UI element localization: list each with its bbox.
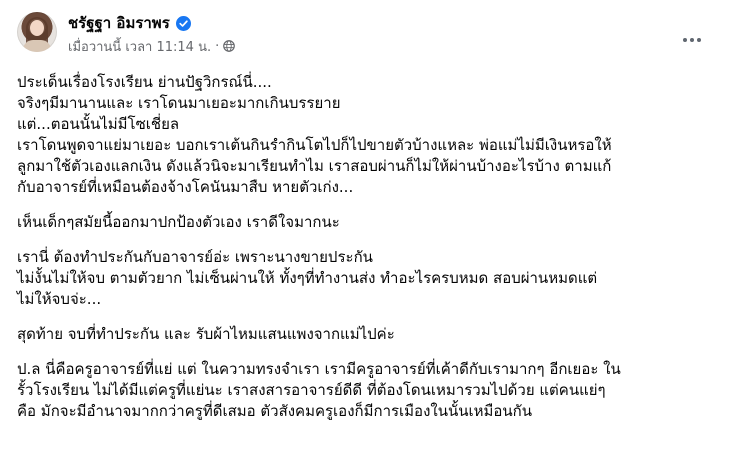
post-text-line: ป.ล นี่คือครูอาจารย์ที่แย่ แต่ ในความทรง… <box>17 360 621 378</box>
post-text-line: ประเด็นเรื่องโรงเรียน ย่านปัฐวิกรณ์นี่..… <box>17 73 272 91</box>
post-text-line: เห็นเด็กๆสมัยนี้ออกมาปกป้องตัวเอง เราดีใ… <box>17 213 340 231</box>
globe-icon[interactable] <box>223 40 236 52</box>
post-text-line: เราโดนพูดจาแย่มาเยอะ บอกเราเต้นกินรำกินโ… <box>17 136 612 154</box>
avatar-face <box>30 20 44 36</box>
post-text-line: คือ มักจะมีอำนาจมากกว่าครูที่ดีเสมอ ตัวส… <box>17 402 532 420</box>
post-paragraph: เรานี่ ต้องทำประกันกับอาจารย์อ่ะ เพราะนา… <box>17 247 723 310</box>
post-meta: เมื่อวานนี้ เวลา 11:14 น. · <box>68 36 236 57</box>
post-text-line: ไม่ให้จบจ่ะ... <box>17 290 102 308</box>
avatar-shirt <box>23 40 51 52</box>
post-text-line: ลูกมาใช้ตัวเองแลกเงิน ดังแล้วนิจะมาเรียน… <box>17 157 612 175</box>
post-header: ชรัฐฐา อิมราพร <box>68 12 191 34</box>
post-text-line: กับอาจารย์ที่เหมือนต้องจ้างโคนันมาสืบ หา… <box>17 178 354 196</box>
post-text-line: จริงๆมีมานานและ เราโดนมาเยอะมากเกินบรรยา… <box>17 94 341 112</box>
author-name[interactable]: ชรัฐฐา อิมราพร <box>68 11 170 35</box>
facebook-post: ชรัฐฐา อิมราพร เมื่อวานนี้ เวลา 11:14 น.… <box>0 0 734 476</box>
post-text-line: ไม่งั้นไม่ให้จบ ตามตัวยาก ไม่เซ็นผ่านให้… <box>17 269 598 287</box>
post-paragraph: ป.ล นี่คือครูอาจารย์ที่แย่ แต่ ในความทรง… <box>17 359 723 422</box>
avatar[interactable] <box>17 12 57 52</box>
post-paragraph: ประเด็นเรื่องโรงเรียน ย่านปัฐวิกรณ์นี่..… <box>17 72 723 198</box>
post-text-line: สุดท้าย จบที่ทำประกัน และ รับผ้าไหมแสนแพ… <box>17 325 395 343</box>
post-text-line: เรานี่ ต้องทำประกันกับอาจารย์อ่ะ เพราะนา… <box>17 248 373 266</box>
post-paragraph: สุดท้าย จบที่ทำประกัน และ รับผ้าไหมแสนแพ… <box>17 324 723 345</box>
post-body: ประเด็นเรื่องโรงเรียน ย่านปัฐวิกรณ์นี่..… <box>17 72 723 436</box>
verified-badge-icon <box>175 15 191 31</box>
post-timestamp[interactable]: เมื่อวานนี้ เวลา 11:14 น. <box>68 36 211 57</box>
more-options-icon <box>681 38 703 42</box>
post-text-line: แต่...ตอนนั้นไม่มีโซเชี่ยล <box>17 115 180 133</box>
more-options-button[interactable] <box>674 22 710 58</box>
post-text-line: รั้วโรงเรียน ไม่ได้มีแต่ครูที่แย่นะ เราส… <box>17 381 606 399</box>
meta-separator: · <box>215 38 220 54</box>
post-paragraph: เห็นเด็กๆสมัยนี้ออกมาปกป้องตัวเอง เราดีใ… <box>17 212 723 233</box>
